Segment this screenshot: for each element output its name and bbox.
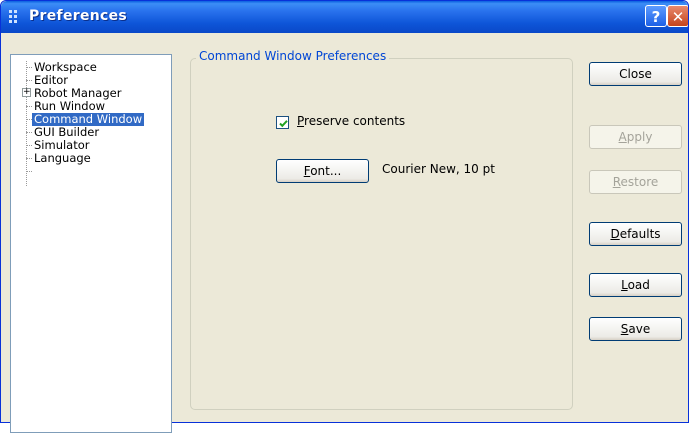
restore-button[interactable]: Restore [589, 170, 682, 194]
window-title: Preferences [29, 8, 128, 24]
command-window-preferences-group [190, 58, 573, 410]
apply-button[interactable]: Apply [589, 125, 682, 149]
help-icon[interactable]: ? [645, 5, 667, 27]
preserve-contents-checkbox[interactable] [276, 116, 289, 129]
load-button[interactable]: Load [589, 273, 682, 297]
checkmark-icon [279, 120, 288, 128]
title-bar[interactable]: Preferences ? ✕ [1, 1, 688, 33]
group-title: Command Window Preferences [196, 49, 390, 63]
save-button[interactable]: Save [589, 317, 682, 341]
close-button[interactable]: Close [589, 62, 682, 86]
tree-connector [26, 171, 32, 172]
font-value: Courier New, 10 pt [382, 162, 495, 176]
close-icon[interactable]: ✕ [667, 5, 688, 27]
category-tree[interactable]: + Workspace Editor Robot Manager Run Win… [10, 54, 172, 433]
plus-icon[interactable]: + [22, 88, 31, 97]
preserve-contents-label[interactable]: Preserve contents [297, 114, 405, 128]
tree-item-language[interactable]: Language [32, 152, 93, 165]
defaults-button[interactable]: Defaults [589, 222, 682, 246]
preferences-icon [9, 10, 23, 24]
font-button[interactable]: Font... [276, 159, 369, 183]
